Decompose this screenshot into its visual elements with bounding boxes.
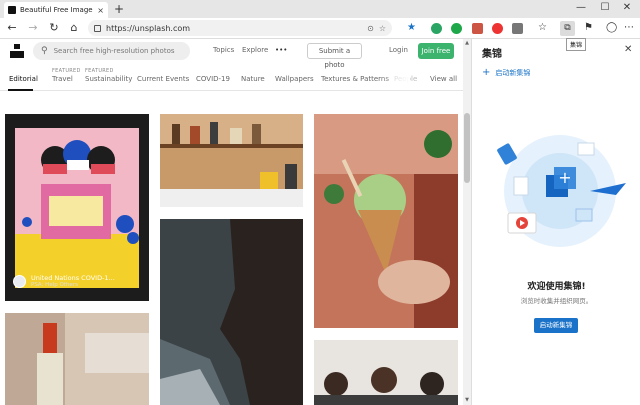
page-scrollbar[interactable]: ▲ ▼ — [463, 39, 471, 405]
coastal-cliff-photo[interactable] — [160, 219, 303, 405]
feedback-icon[interactable]: ⚑ — [584, 21, 593, 35]
maximize-button[interactable]: ☐ — [594, 1, 616, 15]
close-window-button[interactable]: ✕ — [616, 1, 638, 15]
favorite-star-icon[interactable]: ☆ — [379, 24, 386, 33]
nav-explore[interactable]: Explore — [242, 46, 268, 54]
cliff-image — [160, 219, 303, 405]
nav-topics[interactable]: Topics — [213, 46, 234, 54]
avatar — [13, 275, 26, 288]
collections-illustration: + — [497, 135, 626, 247]
tile-subtitle: PSA: Help Others — [31, 282, 78, 288]
plus-icon: + — [482, 67, 491, 78]
forward-button[interactable]: → — [25, 21, 41, 35]
star-extension-icon[interactable]: ★ — [407, 21, 416, 35]
settings-icon[interactable]: ⊙ — [367, 24, 374, 33]
active-tab-indicator — [8, 89, 33, 91]
site-header: ⚲ Search free high-resolution photos Top… — [0, 39, 463, 69]
home-button[interactable]: ⌂ — [66, 21, 82, 35]
tab-close-icon[interactable]: × — [97, 6, 104, 15]
browser-toolbar: ← → ↻ ⌂ https://unsplash.com ⊙ ☆ ★ ☆ ⧉ ⚑… — [0, 18, 640, 39]
tab-textures-patterns[interactable]: Textures & Patterns — [321, 75, 389, 83]
evernote-extension-icon[interactable] — [431, 23, 442, 34]
search-icon: ⚲ — [41, 46, 48, 56]
ice-cream-image — [314, 114, 458, 328]
login-link[interactable]: Login — [389, 46, 408, 54]
collections-panel: 集锦 ✕ + 启动新集锦 + 欢迎使用集锦! 浏览时收集并组织网页。 启动新集锦 — [471, 39, 640, 405]
web-page: ⚲ Search free high-resolution photos Top… — [0, 39, 463, 405]
scroll-down-icon[interactable]: ▼ — [463, 397, 471, 403]
view-all-link[interactable]: View all — [430, 75, 457, 83]
check-extension-icon[interactable] — [451, 23, 462, 34]
tile-caption: United Nations COVID-1... PSA: Help Othe… — [13, 274, 115, 289]
crowd-photo[interactable] — [314, 340, 458, 405]
refresh-button[interactable]: ↻ — [46, 21, 62, 35]
collections-tooltip: 集锦 — [566, 38, 587, 51]
welcome-subtitle: 浏览时收集并组织网页。 — [520, 297, 593, 305]
favorites-icon[interactable]: ☆ — [538, 21, 547, 35]
tab-sustainability[interactable]: FEATURED Sustainability — [85, 68, 132, 83]
un-poster-illustration — [15, 128, 139, 288]
category-nav: Editorial FEATURED Travel FEATURED Sustain… — [0, 67, 463, 91]
tab-wallpapers[interactable]: Wallpapers — [275, 75, 314, 83]
kitchen-shelf-photo[interactable] — [160, 114, 303, 207]
scrollbar-thumb[interactable] — [464, 113, 470, 183]
red-extension-icon[interactable] — [492, 23, 503, 34]
screenshot-extension-icon[interactable] — [512, 23, 523, 34]
close-icon[interactable]: ✕ — [624, 44, 632, 55]
featured-photo-tile[interactable]: United Nations COVID-1... PSA: Help Othe… — [5, 114, 149, 301]
tab-editorial[interactable]: Editorial — [9, 75, 38, 83]
minimize-button[interactable]: — — [570, 1, 592, 15]
join-free-button[interactable]: Join free — [418, 43, 454, 59]
wine-bottle-photo[interactable] — [5, 313, 149, 405]
scroll-up-icon[interactable]: ▲ — [463, 40, 471, 46]
tab-covid-19[interactable]: COVID-19 — [196, 75, 230, 83]
unsplash-logo-icon[interactable] — [10, 44, 24, 58]
wine-bottle-image — [5, 313, 149, 405]
welcome-title: 欢迎使用集锦! — [527, 282, 586, 292]
new-tab-button[interactable]: + — [114, 2, 124, 16]
url-text[interactable]: https://unsplash.com — [106, 24, 362, 33]
more-menu-icon[interactable]: ⋯ — [624, 21, 634, 35]
tab-nature[interactable]: Nature — [241, 75, 265, 83]
browser-tab[interactable]: Beautiful Free Images & Pictures × — [4, 2, 108, 18]
ice-cream-photo[interactable] — [314, 114, 458, 328]
tab-travel[interactable]: FEATURED Travel — [52, 68, 80, 83]
start-new-collection-link[interactable]: + 启动新集锦 — [482, 68, 530, 78]
more-icon[interactable]: ••• — [275, 46, 287, 54]
back-button[interactable]: ← — [4, 21, 20, 35]
kitchen-image — [160, 114, 303, 207]
profile-icon[interactable]: ◯ — [606, 21, 617, 35]
svg-text:+: + — [558, 168, 571, 187]
submit-photo-button[interactable]: Submit a photo — [307, 43, 362, 69]
tab-title: Beautiful Free Images & Pictures — [20, 6, 93, 14]
start-new-collection-label: 启动新集锦 — [495, 69, 531, 77]
lock-icon — [94, 24, 101, 32]
start-new-collection-button[interactable]: 启动新集锦 — [534, 318, 578, 333]
category-fade — [380, 67, 410, 90]
tab-strip: Beautiful Free Images & Pictures × + — ☐… — [0, 0, 640, 18]
unsplash-favicon-icon — [8, 6, 16, 14]
address-bar[interactable]: https://unsplash.com ⊙ ☆ — [88, 20, 392, 36]
search-input[interactable]: ⚲ Search free high-resolution photos — [33, 42, 190, 60]
panel-title: 集锦 — [482, 49, 502, 60]
search-placeholder: Search free high-resolution photos — [53, 47, 175, 55]
tile-author[interactable]: United Nations COVID-1... — [31, 274, 115, 282]
browser-window: Beautiful Free Images & Pictures × + — ☐… — [0, 0, 640, 405]
extension-badge-icon[interactable] — [472, 23, 483, 34]
crowd-image — [314, 340, 458, 405]
collections-icon[interactable]: ⧉ — [560, 21, 575, 36]
tab-current-events[interactable]: Current Events — [137, 75, 189, 83]
